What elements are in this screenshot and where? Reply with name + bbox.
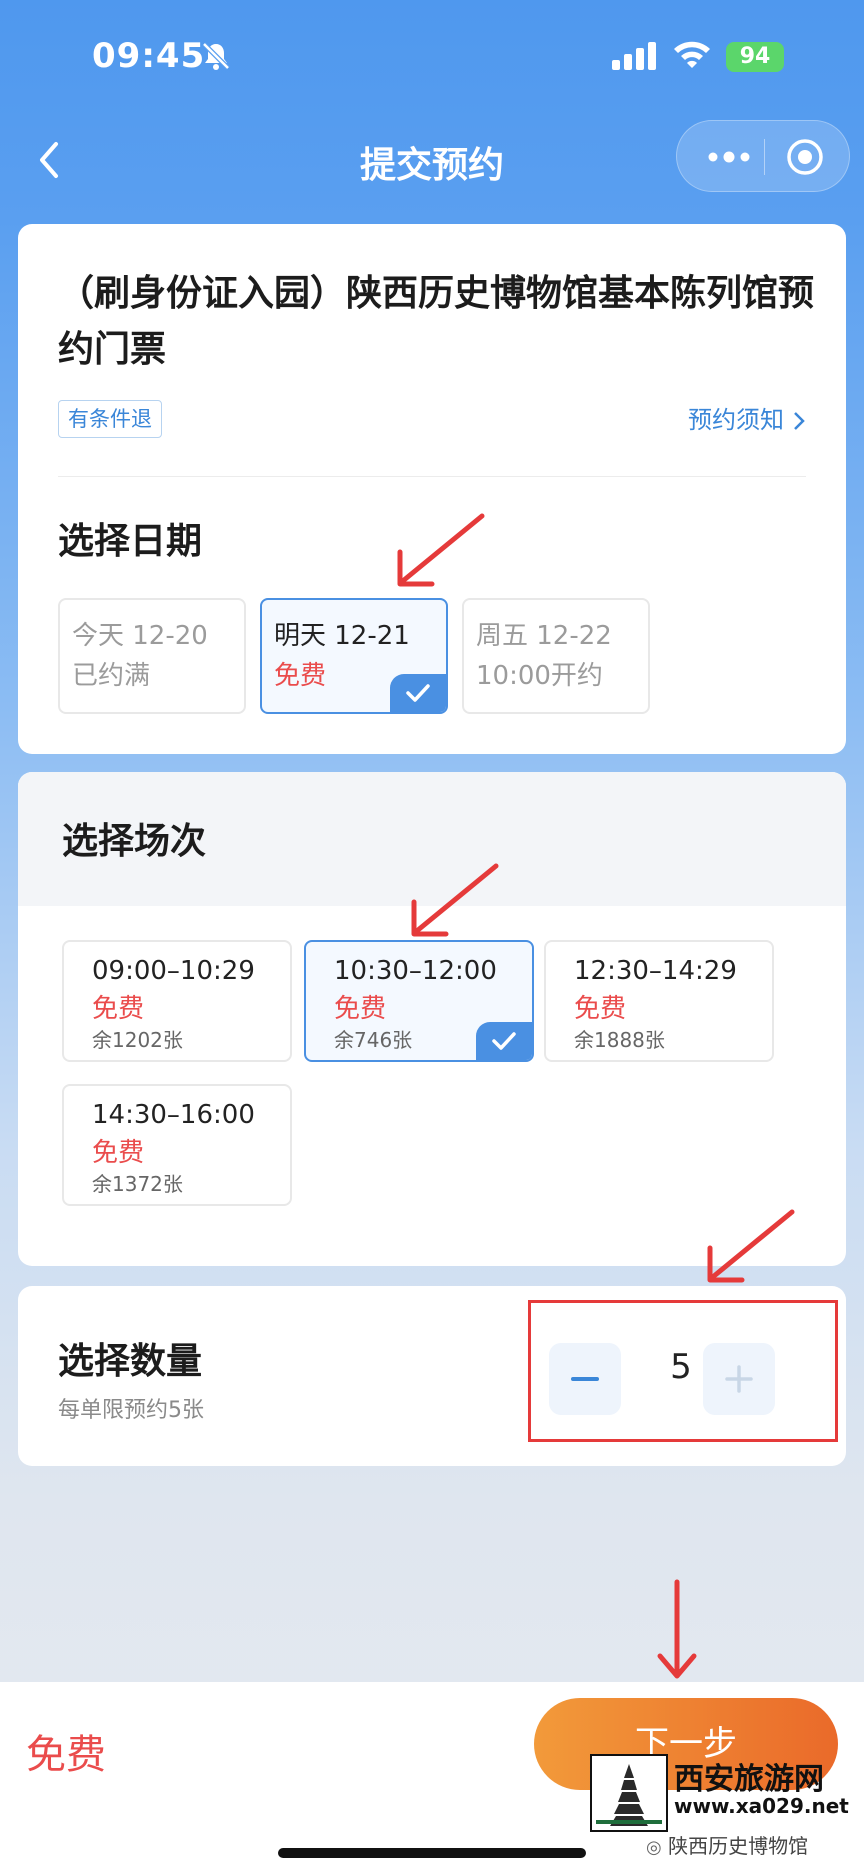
annotation-arrow	[411, 863, 499, 937]
slot-time: 09:00–10:29	[92, 956, 255, 986]
wechat-icon: ◎	[646, 1837, 662, 1858]
slot-price: 免费	[574, 994, 627, 1024]
date-option-friday[interactable]: 周五 12-22 10:00开约	[462, 598, 650, 714]
date-option-tomorrow[interactable]: 明天 12-21 免费	[260, 598, 448, 714]
plus-icon	[725, 1365, 753, 1393]
slot-time: 12:30–14:29	[574, 956, 737, 986]
slot-remaining: 余746张	[334, 1028, 413, 1052]
slot-remaining: 余1888张	[574, 1028, 665, 1052]
annotation-arrow	[397, 513, 485, 587]
booking-notice-label: 预约须知	[688, 406, 784, 434]
pagoda-logo-icon	[590, 1754, 668, 1832]
date-status: 10:00开约	[476, 661, 603, 691]
watermark-url: www.xa029.net	[674, 1794, 849, 1818]
slot-price: 免费	[334, 994, 387, 1024]
quantity-stepper: 5	[528, 1300, 838, 1442]
watermark: 西安旅游网 www.xa029.net ◎ 陕西历史博物馆	[590, 1750, 860, 1862]
slot-remaining: 余1202张	[92, 1028, 183, 1052]
session-slot[interactable]: 12:30–14:29 免费 余1888张	[544, 940, 774, 1062]
wifi-icon	[674, 41, 710, 68]
watermark-sub-label: 陕西历史博物馆	[668, 1834, 809, 1858]
home-indicator	[278, 1848, 586, 1858]
selected-check-badge	[476, 1022, 532, 1060]
status-time: 09:45	[92, 36, 206, 76]
divider	[58, 476, 806, 477]
date-section-title: 选择日期	[58, 521, 203, 562]
session-section-title: 选择场次	[62, 821, 207, 862]
date-label: 明天 12-21	[274, 621, 410, 651]
date-label: 周五 12-22	[476, 621, 612, 651]
quantity-section-title: 选择数量	[58, 1341, 203, 1382]
date-label: 今天 12-20	[72, 621, 208, 651]
date-status: 已约满	[72, 661, 151, 691]
annotation-arrow	[657, 1579, 697, 1679]
annotation-arrow	[707, 1209, 795, 1283]
target-icon[interactable]	[785, 137, 825, 177]
signal-icon	[612, 42, 656, 70]
chevron-right-icon	[794, 412, 805, 430]
minus-icon	[571, 1377, 599, 1381]
slot-time: 10:30–12:00	[334, 956, 497, 986]
session-slot-selected[interactable]: 10:30–12:00 免费 余746张	[304, 940, 534, 1062]
status-bar: 09:45 94	[0, 0, 864, 110]
session-card: 选择场次 09:00–10:29 免费 余1202张 10:30–12:00 免…	[18, 772, 846, 1266]
product-card: （刷身份证入园）陕西历史博物馆基本陈列馆预约门票 有条件退 预约须知 选择日期 …	[18, 224, 846, 754]
slot-price: 免费	[92, 994, 145, 1024]
more-icon[interactable]	[705, 143, 753, 171]
decrease-button[interactable]	[549, 1343, 621, 1415]
battery-icon: 94	[726, 42, 784, 72]
session-slot[interactable]: 14:30–16:00 免费 余1372张	[62, 1084, 292, 1206]
product-title: （刷身份证入园）陕西历史博物馆基本陈列馆预约门票	[58, 273, 815, 370]
session-slot[interactable]: 09:00–10:29 免费 余1202张	[62, 940, 292, 1062]
quantity-limit-note: 每单限预约5张	[58, 1398, 204, 1423]
refund-tag: 有条件退	[58, 400, 162, 438]
slot-remaining: 余1372张	[92, 1172, 183, 1196]
bell-slash-icon	[202, 42, 230, 70]
booking-notice-link[interactable]: 预约须知	[688, 402, 806, 438]
check-icon	[406, 684, 430, 702]
capsule-divider	[764, 139, 765, 175]
check-icon	[492, 1032, 516, 1050]
selected-check-badge	[390, 674, 446, 712]
total-price: 免费	[26, 1732, 106, 1778]
mini-program-capsule	[676, 120, 850, 192]
date-option-today[interactable]: 今天 12-20 已约满	[58, 598, 246, 714]
slot-price: 免费	[92, 1138, 145, 1168]
increase-button[interactable]	[703, 1343, 775, 1415]
watermark-subtitle: ◎ 陕西历史博物馆	[646, 1830, 808, 1859]
slot-time: 14:30–16:00	[92, 1100, 255, 1130]
watermark-name: 西安旅游网	[674, 1762, 824, 1797]
nav-bar: 提交预约	[0, 110, 864, 210]
